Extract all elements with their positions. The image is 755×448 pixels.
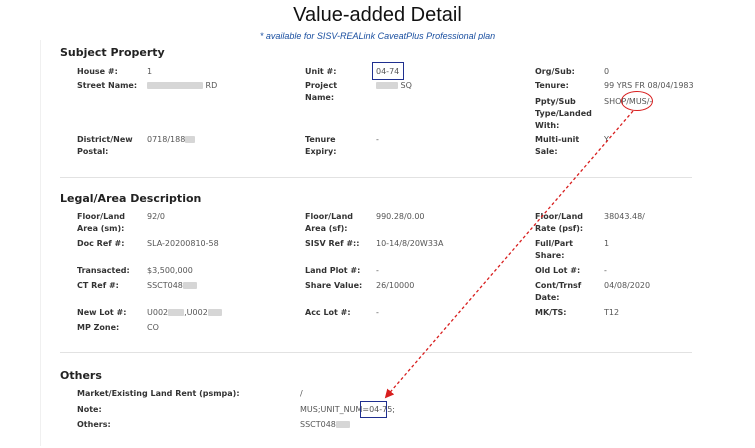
- ct-ref-label: CT Ref #:: [77, 281, 119, 290]
- project-label: Project Name:: [305, 81, 338, 102]
- full-part-share-label: Full/Part Share:: [535, 239, 573, 260]
- transacted-label: Transacted:: [77, 266, 130, 275]
- house-value: 1: [147, 67, 153, 76]
- redacted-text: [185, 136, 196, 143]
- tenure-expiry-label: Tenure Expiry:: [305, 135, 337, 156]
- section-divider: [60, 177, 692, 178]
- multi-unit-sale-value: Y: [604, 135, 609, 144]
- project-value: SQ: [376, 80, 412, 92]
- share-value-value: 26/10000: [376, 281, 415, 290]
- land-plot-value: -: [376, 266, 379, 275]
- ct-ref-value: SSCT048: [147, 280, 197, 292]
- acc-lot-label: Acc Lot #:: [305, 308, 351, 317]
- house-label: House #:: [77, 67, 118, 76]
- floor-land-rate-value: 38043.48/: [604, 212, 645, 221]
- market-land-rent-label: Market/Existing Land Rent (psmpa):: [77, 389, 240, 398]
- new-lot-label: New Lot #:: [77, 308, 127, 317]
- org-sub-label: Org/Sub:: [535, 67, 575, 76]
- district-value-text: 0718/188: [147, 135, 186, 144]
- doc-ref-label: Doc Ref #:: [77, 239, 125, 248]
- acc-lot-value: -: [376, 308, 379, 317]
- share-value-label: Share Value:: [305, 281, 363, 290]
- others-value: SSCT048: [300, 419, 350, 431]
- redacted-text: [207, 309, 222, 316]
- floor-land-area-sf-value: 990.28/0.00: [376, 212, 425, 221]
- tenure-label: Tenure:: [535, 81, 569, 90]
- redacted-text: [168, 309, 185, 316]
- others-value-text: SSCT048: [300, 420, 336, 429]
- mp-zone-label: MP Zone:: [77, 323, 120, 332]
- section-title-others: Others: [60, 369, 102, 382]
- floor-land-area-sm-label: Floor/Land Area (sm):: [77, 212, 125, 233]
- new-lot-value: U002 ,U002: [147, 307, 222, 319]
- org-sub-value: 0: [604, 67, 610, 76]
- floor-land-area-sf-label: Floor/Land Area (sf):: [305, 212, 353, 233]
- sisv-ref-value: 10-14/8/20W33A: [376, 239, 444, 248]
- unit-label: Unit #:: [305, 67, 337, 76]
- redacted-text: [376, 82, 398, 89]
- note-value-prefix: MUS;UNIT_NUM=: [300, 405, 370, 414]
- redacted-text: [335, 421, 350, 428]
- project-value-suffix: SQ: [400, 81, 412, 90]
- mp-zone-value: CO: [147, 323, 159, 332]
- note-label: Note:: [77, 405, 102, 414]
- floor-land-rate-label: Floor/Land Rate (psf):: [535, 212, 584, 233]
- mus-highlight-circle: [621, 91, 653, 111]
- tenure-value: 99 YRS FR 08/04/1983: [604, 81, 694, 90]
- street-value: RD: [147, 80, 217, 92]
- street-value-suffix: RD: [205, 81, 218, 90]
- redacted-text: [147, 82, 203, 89]
- doc-ref-value: SLA-20200810-58: [147, 239, 219, 248]
- old-lot-value: -: [604, 266, 607, 275]
- cont-trnsf-date-value: 04/08/2020: [604, 281, 651, 290]
- new-lot-value-b: ,U002: [184, 308, 208, 317]
- full-part-share-value: 1: [604, 239, 610, 248]
- section-title-legal-area: Legal/Area Description: [60, 192, 202, 205]
- ppty-sub-type-label: Ppty/Sub Type/Landed With:: [535, 97, 592, 130]
- land-plot-label: Land Plot #:: [305, 266, 361, 275]
- section-divider: [60, 352, 692, 353]
- cont-trnsf-date-label: Cont/Trnsf Date:: [535, 281, 582, 302]
- note-unit-highlight-box: [360, 401, 387, 418]
- transacted-value: $3,500,000: [147, 266, 193, 275]
- mk-ts-label: MK/TS:: [535, 308, 567, 317]
- section-title-subject-property: Subject Property: [60, 46, 165, 59]
- district-postal-label: District/New Postal:: [77, 135, 133, 156]
- floor-land-area-sm-value: 92/0: [147, 212, 165, 221]
- page-title: Value-added Detail: [293, 4, 462, 26]
- unit-highlight-box: [372, 62, 404, 80]
- multi-unit-sale-label: Multi-unit Sale:: [535, 135, 580, 156]
- market-land-rent-value: /: [300, 389, 303, 398]
- new-lot-value-a: U002: [147, 308, 169, 317]
- sisv-ref-label: SISV Ref #::: [305, 239, 360, 248]
- others-label: Others:: [77, 420, 111, 429]
- ct-ref-value-text: SSCT048: [147, 281, 183, 290]
- district-postal-value: 0718/188: [147, 134, 196, 146]
- redacted-text: [182, 282, 197, 289]
- old-lot-label: Old Lot #:: [535, 266, 581, 275]
- tenure-expiry-value: -: [376, 135, 379, 144]
- mk-ts-value: T12: [604, 308, 620, 317]
- street-label: Street Name:: [77, 81, 138, 90]
